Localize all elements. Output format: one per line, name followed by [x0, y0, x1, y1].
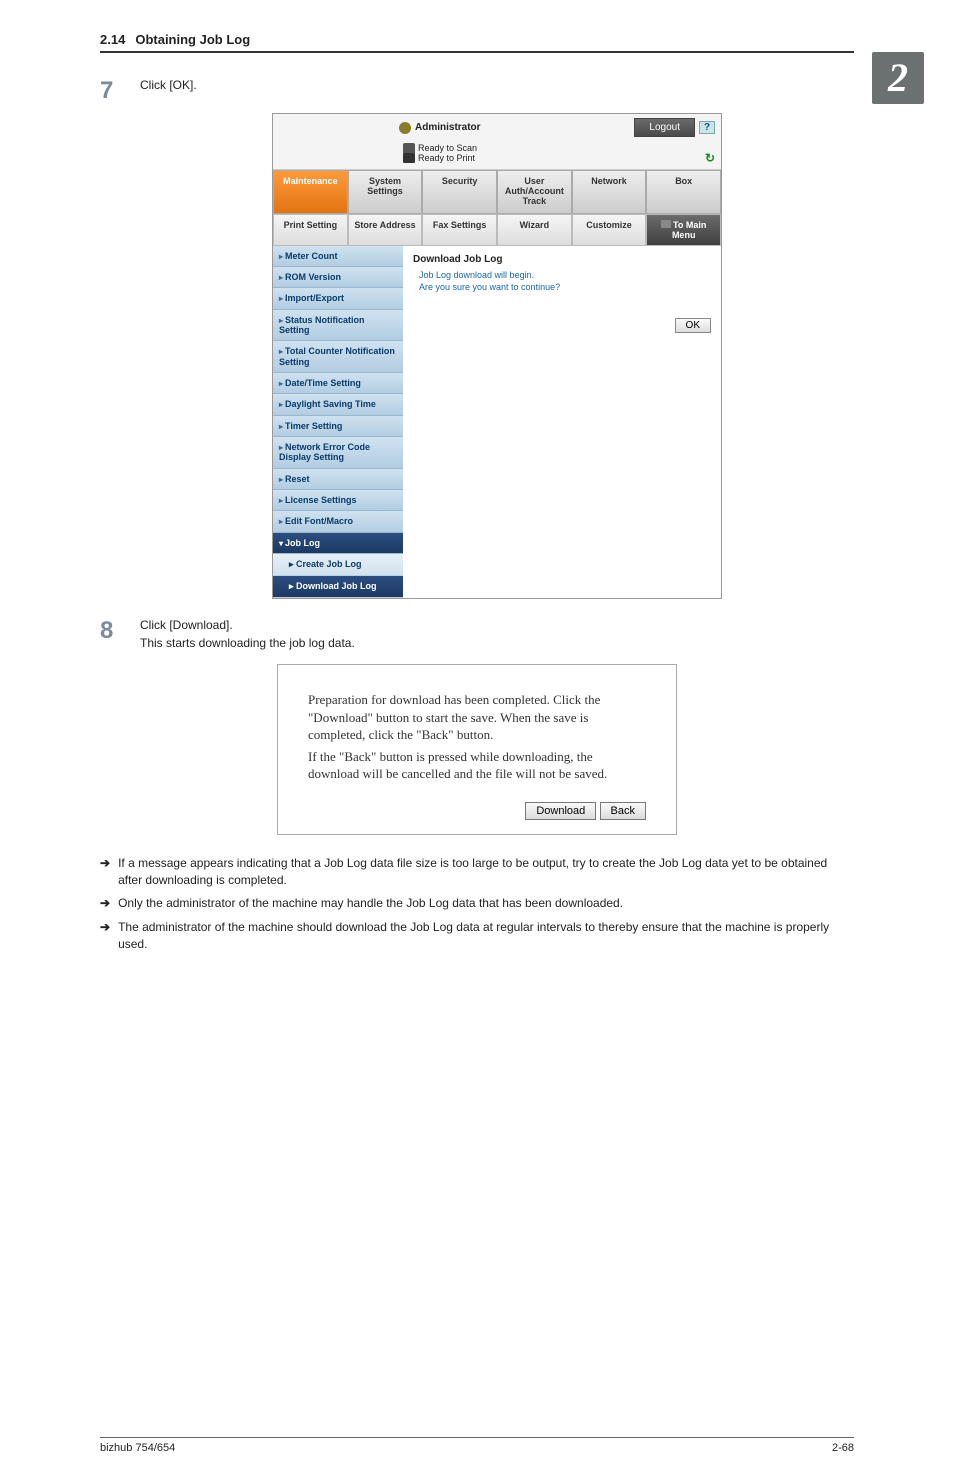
section-header: 2.14 Obtaining Job Log: [100, 32, 854, 53]
scan-icon: [403, 143, 415, 153]
main-msg2: Are you sure you want to continue?: [419, 281, 711, 294]
side-rom-version[interactable]: ROM Version: [273, 267, 403, 288]
download-dialog: Preparation for download has been comple…: [277, 664, 677, 835]
tab-system-settings[interactable]: System Settings: [348, 170, 423, 214]
step-text: Click [OK].: [140, 77, 854, 105]
subtab-to-main-menu-label: To Main Menu: [672, 220, 706, 240]
side-timer[interactable]: Timer Setting: [273, 416, 403, 437]
section-number: 2.14: [100, 32, 125, 47]
tab-box[interactable]: Box: [646, 170, 721, 214]
ok-button[interactable]: OK: [675, 318, 711, 333]
tab-maintenance[interactable]: Maintenance: [273, 170, 348, 214]
note-3: The administrator of the machine should …: [118, 919, 854, 954]
section-title: Obtaining Job Log: [135, 32, 250, 47]
subtab-print-setting[interactable]: Print Setting: [273, 214, 348, 246]
note-1: If a message appears indicating that a J…: [118, 855, 854, 890]
side-import-export[interactable]: Import/Export: [273, 288, 403, 309]
step-number: 7: [100, 77, 140, 105]
main-menu-icon: [661, 220, 671, 228]
side-job-log[interactable]: Job Log: [273, 533, 403, 554]
side-license[interactable]: License Settings: [273, 490, 403, 511]
side-status-notification[interactable]: Status Notification Setting: [273, 310, 403, 342]
step8-line2: This starts downloading the job log data…: [140, 635, 854, 652]
dialog-p1: Preparation for download has been comple…: [308, 691, 646, 744]
side-daylight[interactable]: Daylight Saving Time: [273, 394, 403, 415]
admin-main: Download Job Log Job Log download will b…: [403, 246, 721, 599]
admin-sidebar: Meter Count ROM Version Import/Export St…: [273, 246, 403, 599]
help-icon[interactable]: ?: [699, 121, 715, 134]
tab-security[interactable]: Security: [422, 170, 497, 214]
footer-model: bizhub 754/654: [100, 1442, 175, 1454]
side-network-error[interactable]: Network Error Code Display Setting: [273, 437, 403, 469]
notes-list: ➔If a message appears indicating that a …: [100, 855, 854, 954]
step-7: 7 Click [OK].: [100, 77, 854, 105]
tab-network[interactable]: Network: [572, 170, 647, 214]
side-date-time[interactable]: Date/Time Setting: [273, 373, 403, 394]
back-button[interactable]: Back: [600, 802, 646, 820]
note-2: Only the administrator of the machine ma…: [118, 895, 623, 912]
side-total-counter[interactable]: Total Counter Notification Setting: [273, 341, 403, 373]
side-reset[interactable]: Reset: [273, 469, 403, 490]
admin-title: Administrator: [415, 122, 481, 133]
side-create-job-log-label: Create Job Log: [296, 559, 362, 569]
subtab-to-main-menu[interactable]: To Main Menu: [646, 214, 721, 246]
page-brand-badge: 2: [872, 52, 924, 104]
page-footer: bizhub 754/654 2-68: [100, 1437, 854, 1454]
arrow-icon: ➔: [100, 919, 110, 954]
side-download-job-log-label: Download Job Log: [296, 581, 377, 591]
admin-icon: [399, 122, 411, 134]
arrow-icon: ➔: [100, 895, 110, 912]
step-8: 8 Click [Download]. This starts download…: [100, 617, 854, 652]
tab-user-auth[interactable]: User Auth/Account Track: [497, 170, 572, 214]
subtab-customize[interactable]: Customize: [572, 214, 647, 246]
dialog-p2: If the "Back" button is pressed while do…: [308, 748, 646, 783]
download-button[interactable]: Download: [525, 802, 596, 820]
admin-label: Administrator: [399, 122, 481, 134]
print-icon: [403, 153, 415, 163]
subtab-fax-settings[interactable]: Fax Settings: [422, 214, 497, 246]
main-heading: Download Job Log: [413, 254, 711, 265]
side-create-job-log[interactable]: ▸ Create Job Log: [273, 554, 403, 576]
logout-button[interactable]: Logout: [634, 118, 695, 137]
step-number: 8: [100, 617, 140, 652]
side-meter-count[interactable]: Meter Count: [273, 246, 403, 267]
step8-line1: Click [Download].: [140, 617, 854, 634]
refresh-icon[interactable]: ↻: [705, 151, 715, 165]
arrow-icon: ➔: [100, 855, 110, 890]
status-scan: Ready to Scan: [418, 143, 477, 153]
subtab-wizard[interactable]: Wizard: [497, 214, 572, 246]
status-print: Ready to Print: [418, 153, 475, 163]
main-msg1: Job Log download will begin.: [419, 269, 711, 282]
side-download-job-log[interactable]: ▸ Download Job Log: [273, 576, 403, 598]
admin-screenshot: Administrator Logout ? Ready to Scan Rea…: [140, 113, 854, 599]
side-edit-font[interactable]: Edit Font/Macro: [273, 511, 403, 532]
footer-page: 2-68: [832, 1442, 854, 1454]
subtab-store-address[interactable]: Store Address: [348, 214, 423, 246]
